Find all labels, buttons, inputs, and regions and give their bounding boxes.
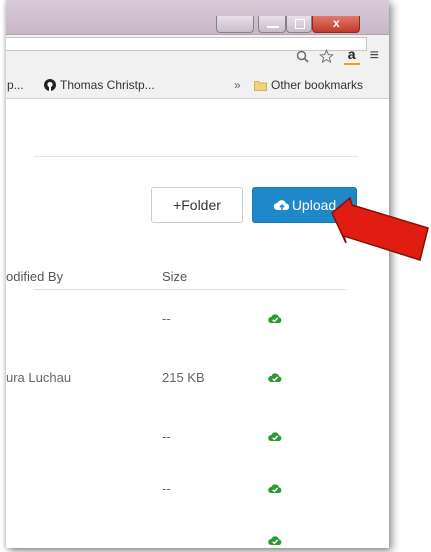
maximize-button[interactable] (286, 16, 312, 33)
close-icon: x (333, 16, 340, 30)
github-icon (44, 79, 56, 91)
menu-icon[interactable]: ≡ (370, 47, 379, 65)
bookmark-other[interactable]: Other bookmarks (254, 78, 363, 92)
title-bar: x (6, 0, 389, 34)
new-folder-button[interactable]: +Folder (151, 187, 243, 223)
address-bar-area: a ≡ (6, 34, 389, 73)
cloud-check-icon (268, 536, 282, 545)
amazon-icon[interactable]: a (343, 47, 360, 65)
upload-label: Upload (291, 197, 337, 213)
cell-size: 215 KB (162, 370, 205, 385)
header-divider (34, 289, 346, 290)
cloud-check-icon (268, 314, 282, 323)
bookmarks-bar: p... Thomas Christp... » Other bookmarks (6, 72, 389, 99)
table-row[interactable]: ura Luchau 215 KB (6, 358, 346, 394)
close-button[interactable]: x (312, 16, 360, 33)
cloud-upload-icon (273, 199, 289, 210)
table-row[interactable]: -- (6, 299, 346, 335)
maximize-icon (295, 19, 305, 29)
minimize-icon (267, 26, 279, 28)
restore-button[interactable] (216, 16, 254, 33)
cell-modified-by: ura Luchau (6, 370, 72, 385)
star-icon[interactable] (318, 48, 334, 64)
minimize-button[interactable] (258, 16, 286, 33)
divider (34, 156, 358, 157)
cell-size: -- (162, 311, 171, 326)
cloud-check-icon (268, 432, 282, 441)
cloud-check-icon (268, 484, 282, 493)
folder-icon (254, 80, 267, 91)
table-row[interactable]: -- (6, 469, 346, 505)
bookmark-label: p... (7, 78, 24, 92)
chevron-icon: » (234, 78, 241, 92)
zoom-icon[interactable] (296, 50, 309, 63)
new-folder-label: +Folder (173, 197, 221, 213)
upload-button[interactable]: Upload (252, 187, 357, 223)
bookmark-label: Other bookmarks (271, 78, 364, 92)
bookmark-thomas[interactable]: Thomas Christp... (44, 78, 155, 92)
table-row[interactable] (6, 521, 346, 548)
bookmark-item[interactable]: p... (7, 78, 24, 92)
cell-size: -- (162, 481, 171, 496)
bookmarks-overflow[interactable]: » (234, 78, 241, 92)
bookmark-label: Thomas Christp... (60, 78, 155, 92)
browser-window: x a ≡ p... Thomas Christp... » Other boo… (6, 0, 389, 548)
column-header-size[interactable]: Size (162, 269, 187, 284)
cell-size: -- (162, 429, 171, 444)
column-header-modified-by[interactable]: odified By (6, 269, 63, 284)
table-row[interactable]: -- (6, 417, 346, 453)
cloud-check-icon (268, 373, 282, 382)
page-content: +Folder Upload odified By Size -- ura Lu… (6, 99, 389, 548)
